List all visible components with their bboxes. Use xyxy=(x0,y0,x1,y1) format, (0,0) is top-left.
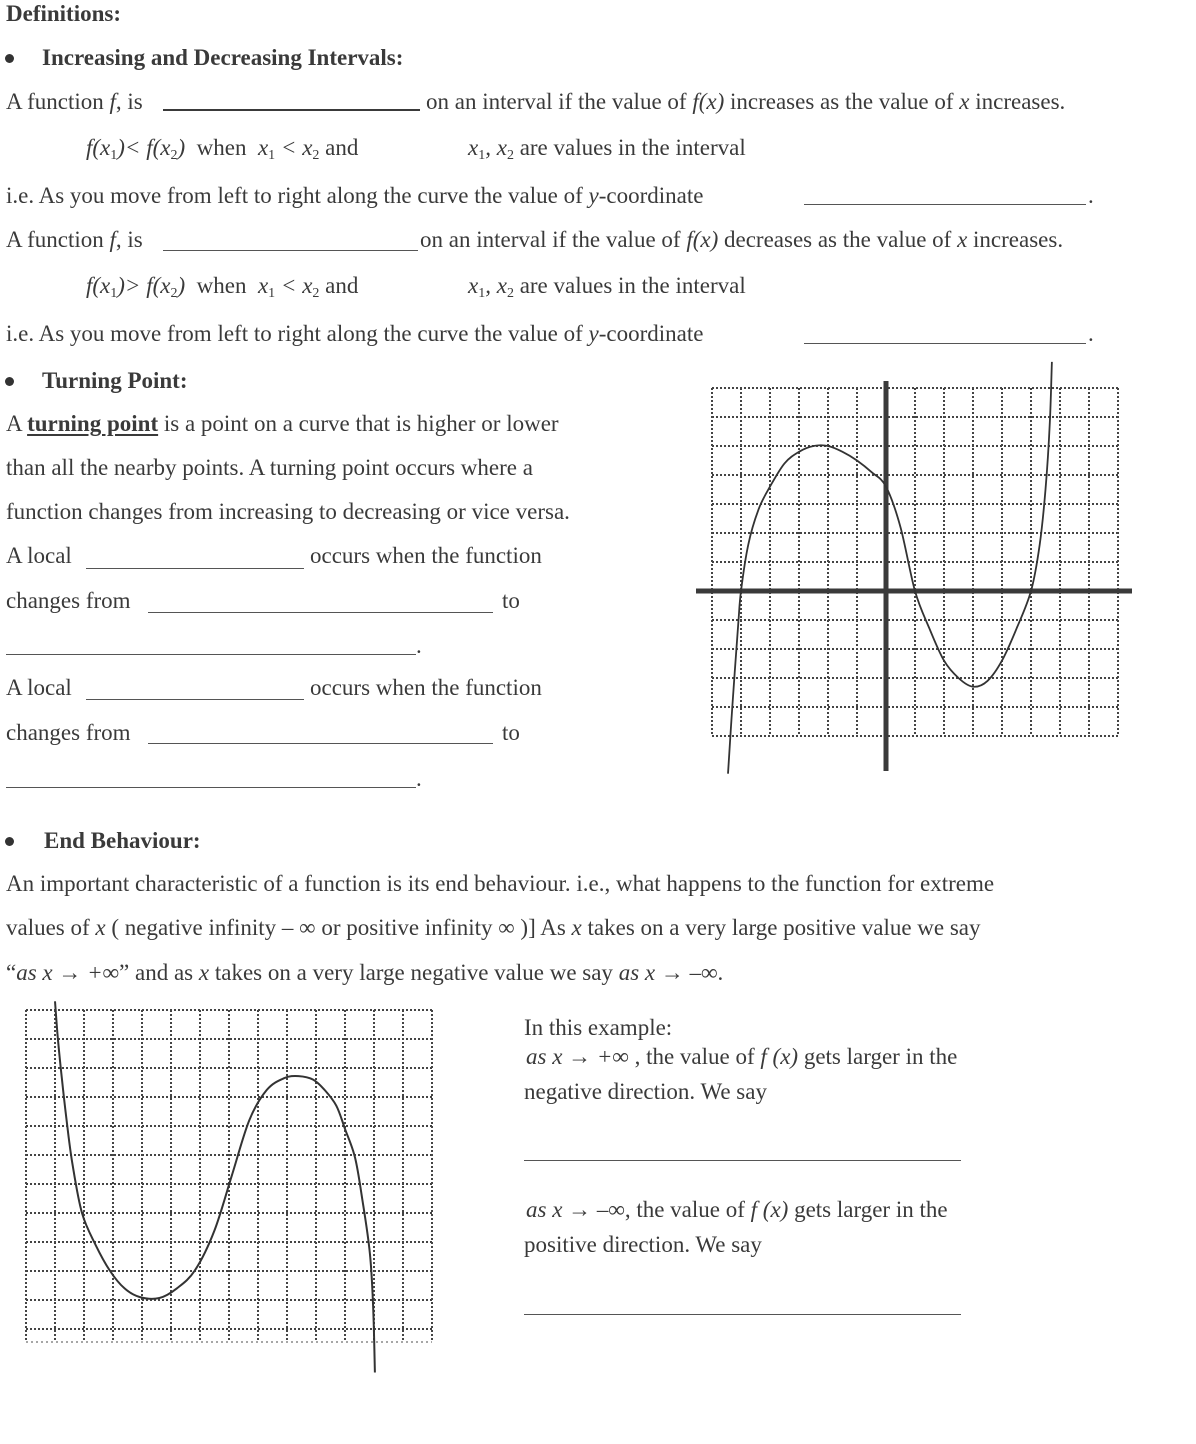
function-curve xyxy=(54,1001,376,1373)
end-behaviour-graph xyxy=(25,1001,433,1373)
